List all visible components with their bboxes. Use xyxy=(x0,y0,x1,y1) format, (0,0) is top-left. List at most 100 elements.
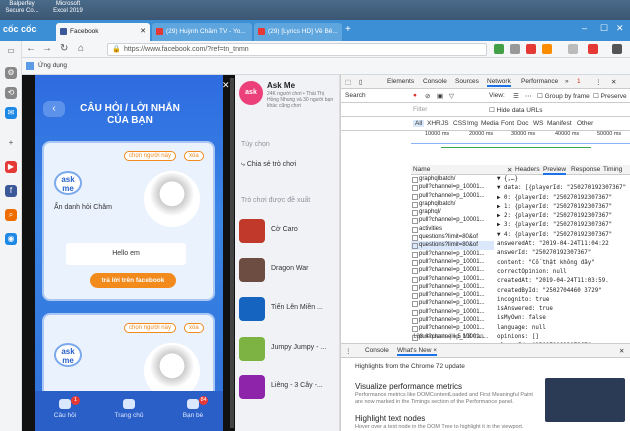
nav-friends[interactable]: 84 Bạn bè xyxy=(173,396,213,419)
request-row[interactable]: graphqlbatch/ xyxy=(411,175,494,184)
search-icon[interactable]: ⌕ xyxy=(5,209,17,221)
suggested-game[interactable]: Dragon War xyxy=(239,258,337,282)
name-column-header[interactable]: Name xyxy=(413,166,430,173)
filter-manifest[interactable]: Manifest xyxy=(547,120,572,127)
desktop-icon-label[interactable]: Balperfey Secure Co... xyxy=(2,1,42,15)
drawer-tab-console[interactable]: Console xyxy=(365,347,389,354)
preview-line[interactable]: content: "Cố thật không đây" xyxy=(497,259,630,268)
error-count[interactable]: 1 xyxy=(577,78,581,85)
choose-button[interactable]: chọn người này xyxy=(124,151,176,161)
share-game-link[interactable]: ⤷ Chia sẻ trò chơi xyxy=(241,161,296,169)
tab-performance[interactable]: Performance xyxy=(521,78,558,85)
request-row[interactable]: pull?channel=p_10001... xyxy=(411,316,494,325)
close-icon[interactable]: ✕ xyxy=(619,347,624,355)
preview-line[interactable]: ▼ {,…} xyxy=(497,175,630,184)
suggested-game[interactable]: Tiến Lên Miền ... xyxy=(239,297,337,321)
filter-icon[interactable]: ▽ xyxy=(449,92,454,100)
request-row[interactable]: questions?limit=80&of xyxy=(411,241,494,250)
suggested-game[interactable]: Cờ Caro xyxy=(239,219,337,243)
record-icon[interactable]: ● xyxy=(413,92,417,99)
filter-input[interactable]: Filter xyxy=(413,106,427,113)
tab-console[interactable]: Console xyxy=(423,78,447,85)
app-name[interactable]: Ask Me xyxy=(267,81,295,90)
filter-js[interactable]: JS xyxy=(441,120,449,127)
tab-youtube-2[interactable]: (29) [Lyrics HD] Về Bê... xyxy=(254,23,342,41)
request-row[interactable]: pull?channel=p_10001... xyxy=(411,291,494,300)
group-by-frame-checkbox[interactable]: ☐ Group by frame xyxy=(537,92,590,100)
reply-facebook-button[interactable]: trả lời trên facebook xyxy=(90,273,176,288)
maximize-icon[interactable]: ☐ xyxy=(600,23,608,34)
preview-line[interactable]: correctOpinion: null xyxy=(497,268,630,277)
preview-line[interactable]: createdAt: "2019-04-24T11:03:59. xyxy=(497,277,630,286)
apps-icon[interactable] xyxy=(26,62,34,70)
tab-timing[interactable]: Timing xyxy=(603,166,622,173)
desktop-icon-label[interactable]: Microsoft Excel 2019 xyxy=(48,1,88,15)
choose-button[interactable]: chọn người này xyxy=(124,323,176,333)
suggested-game[interactable]: Liêng - 3 Cây -... xyxy=(239,375,337,399)
request-row[interactable]: pull?channel=p_10001... xyxy=(411,266,494,275)
preview-line[interactable]: answeredAt: "2019-04-24T11:04:22 xyxy=(497,240,630,249)
nav-home[interactable]: Trang chủ xyxy=(109,399,149,419)
request-row[interactable]: pull?channel=p_10001... xyxy=(411,275,494,283)
extension-icon[interactable] xyxy=(568,44,578,54)
preview-line[interactable]: ▶ 3: {playerId: "250270192307367" xyxy=(497,221,630,230)
preview-line[interactable]: ▼ data: [{playerId: "250270192307367" xyxy=(497,184,630,193)
request-row[interactable]: graphql/ xyxy=(411,208,494,217)
more-tabs[interactable]: » xyxy=(565,78,569,85)
settings-icon[interactable]: ⚙ xyxy=(5,67,17,79)
close-icon[interactable]: ✕ xyxy=(140,27,146,35)
request-row[interactable]: pull?channel=p_10001... xyxy=(411,283,494,292)
filter-css[interactable]: CSS xyxy=(453,120,466,127)
list-view-icon[interactable]: ☰ xyxy=(513,92,519,100)
request-row[interactable]: pull?channel=p_10001... xyxy=(411,324,494,333)
request-row[interactable]: pull?channel=p_10001... xyxy=(411,308,494,317)
kebab-icon[interactable]: ⋮ xyxy=(595,78,602,86)
request-row[interactable]: questions?limit=80&of xyxy=(411,233,494,242)
preview-line[interactable]: incognito: true xyxy=(497,296,630,305)
kebab-icon[interactable]: ⋮ xyxy=(345,347,352,355)
sidebar-toggle-icon[interactable]: ▭ xyxy=(5,45,17,57)
request-row[interactable]: pull?channel=p_10001... xyxy=(411,258,494,267)
address-bar[interactable]: 🔒 https://www.facebook.com/?ref=tn_tnmn xyxy=(107,43,487,56)
extension-icon[interactable] xyxy=(588,44,598,54)
request-row[interactable]: pull?channel=p_10001... xyxy=(411,192,494,200)
facebook-icon[interactable]: f xyxy=(5,185,17,197)
eye-icon[interactable]: ◉ xyxy=(5,233,17,245)
preview-line[interactable]: ▶ 2: {playerId: "250270192307367" xyxy=(497,212,630,221)
filter-img[interactable]: Img xyxy=(467,120,478,127)
back-icon[interactable]: ← xyxy=(26,43,36,54)
search-label[interactable]: Search xyxy=(345,92,366,99)
preview-line[interactable]: isAnswered: true xyxy=(497,305,630,314)
hide-data-urls-checkbox[interactable]: ☐ Hide data URLs xyxy=(489,106,543,114)
waterfall-icon[interactable]: ⋯ xyxy=(525,92,532,100)
game-scrollbar[interactable] xyxy=(230,78,234,428)
extension-icon[interactable] xyxy=(542,44,552,54)
nav-questions[interactable]: 1 Câu hỏi xyxy=(45,396,85,419)
reload-icon[interactable]: ↻ xyxy=(60,43,68,54)
preview-line[interactable]: ▶ 0: {playerId: "250270192307367" xyxy=(497,194,630,203)
close-window-icon[interactable]: ✕ xyxy=(616,23,624,34)
extension-icon[interactable] xyxy=(526,44,536,54)
tab-headers[interactable]: Headers xyxy=(515,166,540,173)
timeline-overview[interactable]: 10000 ms 20000 ms 30000 ms 40000 ms 5000… xyxy=(411,131,630,159)
tab-network[interactable]: Network xyxy=(487,78,511,87)
bookmark-apps[interactable]: Ứng dụng xyxy=(38,62,67,69)
filter-ws[interactable]: WS xyxy=(533,120,543,127)
filter-xhr[interactable]: XHR xyxy=(427,120,441,127)
preview-line[interactable]: answerId: "250270192307367" xyxy=(497,249,630,258)
back-button[interactable]: ‹ xyxy=(43,101,65,117)
preview-line[interactable]: ▶ 1: {playerId: "250270192307367" xyxy=(497,203,630,212)
preview-line[interactable]: createdById: "2502704460 3729" xyxy=(497,287,630,296)
preview-line[interactable]: opinions: [] xyxy=(497,333,630,342)
tab-sources[interactable]: Sources xyxy=(455,78,479,85)
filter-doc[interactable]: Doc xyxy=(517,120,529,127)
delete-button[interactable]: xóa xyxy=(184,151,204,161)
tab-facebook[interactable]: Facebook ✕ xyxy=(56,23,150,41)
filter-all[interactable]: All xyxy=(413,120,425,127)
tab-response[interactable]: Response xyxy=(571,166,600,173)
minimize-icon[interactable]: – xyxy=(582,23,587,33)
extension-icon[interactable] xyxy=(510,44,520,54)
inspect-icon[interactable]: ⬚ xyxy=(345,78,351,86)
preview-line[interactable]: ▼ 4: {playerId: "250270192307367" xyxy=(497,231,630,240)
forward-icon[interactable]: → xyxy=(42,43,52,54)
